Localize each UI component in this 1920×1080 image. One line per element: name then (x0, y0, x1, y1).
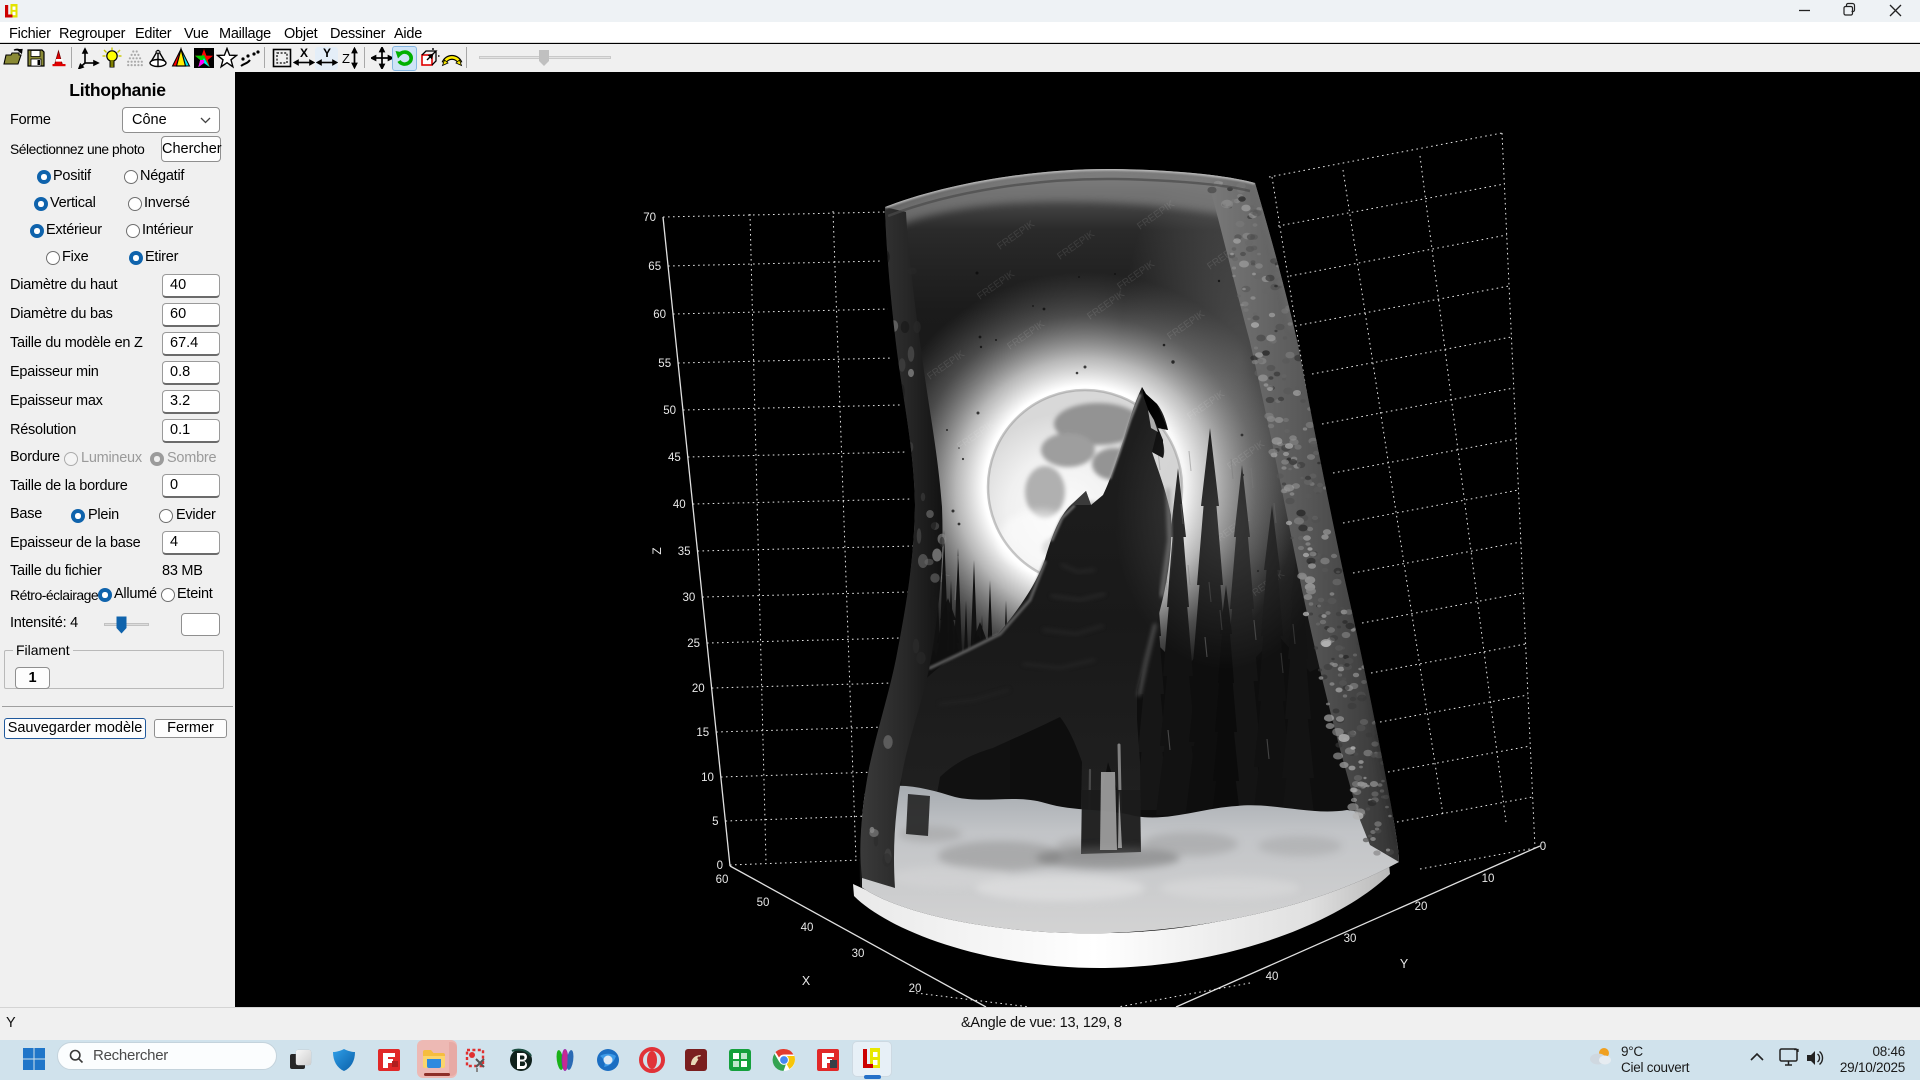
svg-text:Y: Y (323, 47, 331, 60)
svg-text:70: 70 (643, 212, 656, 224)
svg-text:50: 50 (663, 405, 676, 417)
svg-text:X: X (300, 47, 308, 60)
svg-text:15: 15 (696, 727, 709, 739)
svg-text:45: 45 (668, 452, 681, 464)
svg-text:20: 20 (1415, 901, 1428, 913)
svg-text:40: 40 (801, 922, 814, 934)
svg-text:X: X (802, 974, 811, 988)
svg-text:30: 30 (683, 592, 696, 604)
svg-text:5: 5 (712, 816, 718, 828)
svg-text:Z: Z (650, 547, 664, 554)
svg-text:20: 20 (692, 683, 705, 695)
svg-text:60: 60 (653, 309, 666, 321)
svg-text:0: 0 (1540, 841, 1546, 853)
svg-text:10: 10 (701, 772, 714, 784)
svg-text:50: 50 (757, 897, 770, 909)
svg-text:10: 10 (1482, 873, 1495, 885)
svg-text:Y: Y (1400, 957, 1409, 971)
svg-text:20: 20 (909, 983, 922, 995)
svg-text:30: 30 (852, 948, 865, 960)
svg-text:25: 25 (687, 638, 700, 650)
svg-text:60: 60 (716, 874, 729, 886)
svg-text:35: 35 (678, 546, 691, 558)
svg-text:40: 40 (1266, 971, 1279, 983)
svg-text:65: 65 (648, 261, 661, 273)
svg-text:30: 30 (1344, 933, 1357, 945)
svg-text:55: 55 (658, 358, 671, 370)
svg-text:0: 0 (717, 860, 723, 872)
svg-text:40: 40 (673, 499, 686, 511)
svg-text:Z: Z (342, 51, 350, 66)
